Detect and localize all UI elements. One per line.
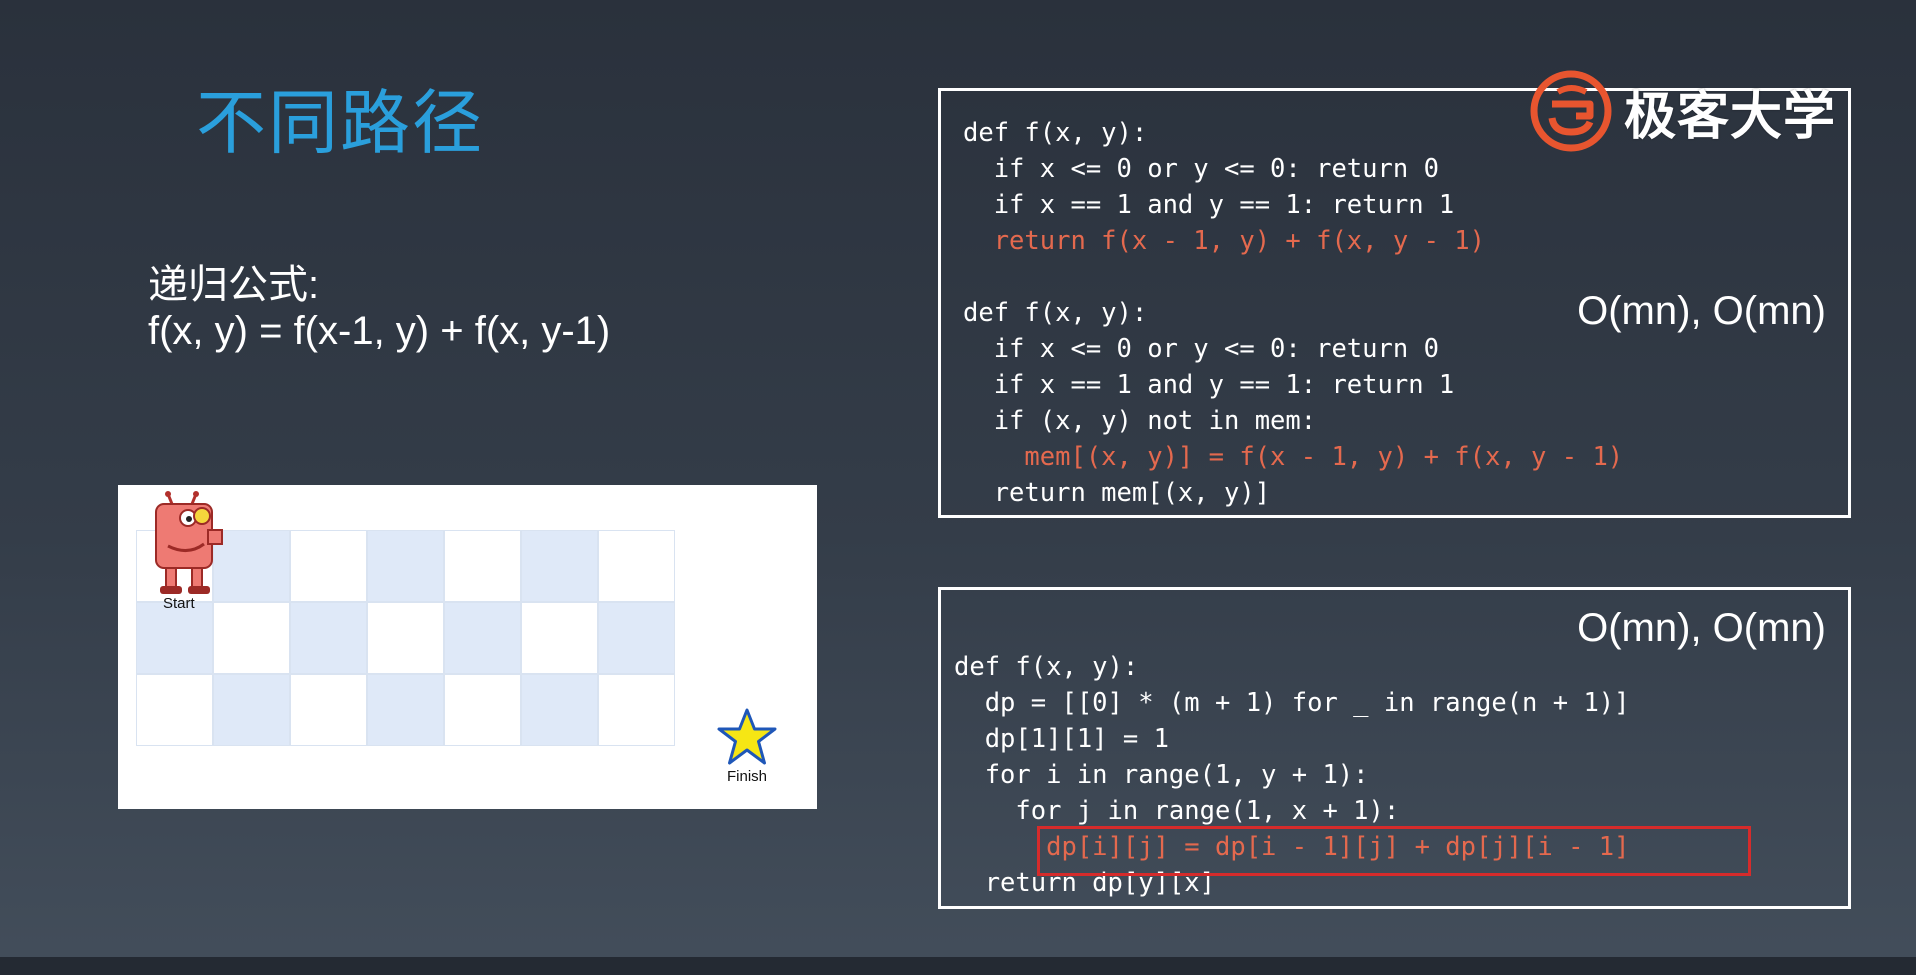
code-line: def f(x, y):: [954, 652, 1139, 682]
star-icon: [717, 708, 777, 765]
grid-cell: [367, 530, 444, 602]
grid-cell: [598, 530, 675, 602]
code-line: if x <= 0 or y <= 0: return 0: [963, 154, 1439, 184]
code-line: mem[(x, y)] = f(x - 1, y) + f(x, y - 1): [963, 442, 1624, 472]
grid-cell: [521, 602, 598, 674]
code-line: for i in range(1, y + 1):: [954, 760, 1369, 790]
dp-code-box: O(mn), O(mn) def f(x, y): dp = [[0] * (m…: [938, 587, 1851, 909]
robot-icon: [155, 491, 223, 594]
brand-logo: 极客大学: [1528, 66, 1836, 156]
code-line: dp[1][1] = 1: [954, 724, 1169, 754]
grid-cell: [367, 602, 444, 674]
code-line: def f(x, y):: [963, 118, 1148, 148]
geekbang-logo-icon: [1530, 70, 1612, 152]
code-line: dp = [[0] * (m + 1) for _ in range(n + 1…: [954, 688, 1630, 718]
code-line: if x == 1 and y == 1: return 1: [963, 190, 1455, 220]
grid-cell: [444, 674, 521, 746]
grid-cell: [598, 674, 675, 746]
finish-label: Finish: [727, 768, 768, 785]
grid-paths-figure: Start Finish: [118, 485, 817, 809]
grid-cell: [521, 530, 598, 602]
grid-cell: [136, 674, 213, 746]
bug-highlight-box: [1037, 826, 1751, 876]
grid-cell: [367, 674, 444, 746]
code-line: if x == 1 and y == 1: return 1: [963, 370, 1455, 400]
recursion-formula: 递归公式: f(x, y) = f(x-1, y) + f(x, y-1): [148, 262, 610, 354]
code-line: if (x, y) not in mem:: [963, 406, 1317, 436]
code-line: if x <= 0 or y <= 0: return 0: [963, 334, 1439, 364]
logo-text: 极客大学: [1624, 86, 1837, 147]
grid-cell: [290, 602, 367, 674]
bottom-bar: [0, 957, 1916, 975]
start-label: Start: [163, 595, 195, 612]
grid-cell: [290, 530, 367, 602]
formula-label: 递归公式:: [148, 263, 320, 307]
grid-cell: [598, 602, 675, 674]
code-line: def f(x, y):: [963, 298, 1148, 328]
complexity-label-bottom: O(mn), O(mn): [1577, 606, 1826, 650]
code-line: for j in range(1, x + 1):: [954, 796, 1400, 826]
complexity-label-top: O(mn), O(mn): [1577, 289, 1826, 333]
formula-text: f(x, y) = f(x-1, y) + f(x, y-1): [148, 309, 611, 353]
grid-cell: [213, 674, 290, 746]
code-line: return f(x - 1, y) + f(x, y - 1): [963, 226, 1485, 256]
grid-cell: [521, 674, 598, 746]
grid-cell: [136, 602, 213, 674]
grid-cell: [290, 674, 367, 746]
grid-cell: [444, 602, 521, 674]
code-line: return mem[(x, y)]: [963, 478, 1271, 508]
grid-cell: [444, 530, 521, 602]
code-block-top: def f(x, y): if x <= 0 or y <= 0: return…: [963, 115, 1623, 511]
grid-cell: [213, 602, 290, 674]
slide-title: 不同路径: [196, 82, 484, 164]
